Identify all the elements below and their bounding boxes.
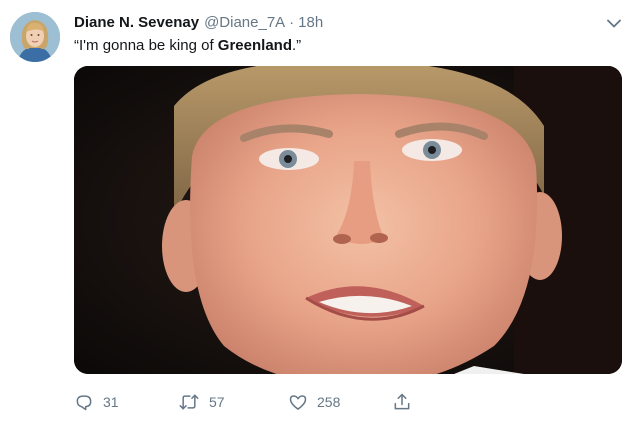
tweet-text: “I'm gonna be king of Greenland.” bbox=[74, 35, 301, 57]
display-name[interactable]: Diane N. Sevenay bbox=[74, 14, 199, 31]
tweet-photo[interactable] bbox=[74, 66, 622, 374]
retweet-count: 57 bbox=[209, 394, 225, 410]
reply-button[interactable]: 31 bbox=[74, 390, 119, 414]
timestamp[interactable]: 18h bbox=[298, 14, 323, 31]
reply-icon bbox=[76, 395, 92, 411]
tweet-text-start: “I'm gonna be king of bbox=[74, 37, 218, 54]
reply-count: 31 bbox=[103, 394, 119, 410]
tweet-card[interactable]: Diane N. Sevenay @Diane_7A · 18h “I'm gonna… bbox=[0, 0, 634, 422]
share-icon bbox=[394, 393, 410, 410]
user-handle[interactable]: @Diane_7A bbox=[204, 14, 285, 31]
avatar-image bbox=[10, 12, 60, 62]
share-button[interactable] bbox=[392, 390, 412, 414]
like-count: 258 bbox=[317, 394, 341, 410]
tweet-text-emphasis: Greenland bbox=[217, 37, 292, 54]
face-photo bbox=[74, 66, 622, 374]
tweet-actions: 31 57 258 bbox=[74, 390, 434, 414]
chevron-down-icon[interactable] bbox=[604, 14, 624, 32]
like-button[interactable]: 258 bbox=[288, 390, 340, 414]
avatar[interactable] bbox=[10, 12, 60, 62]
heart-icon bbox=[289, 395, 307, 410]
tweet-header: Diane N. Sevenay @Diane_7A · 18h bbox=[74, 13, 323, 33]
tweet-text-end: .” bbox=[291, 37, 302, 54]
retweet-button[interactable]: 57 bbox=[178, 390, 225, 414]
separator-dot: · bbox=[289, 14, 295, 31]
retweet-icon bbox=[179, 394, 199, 410]
